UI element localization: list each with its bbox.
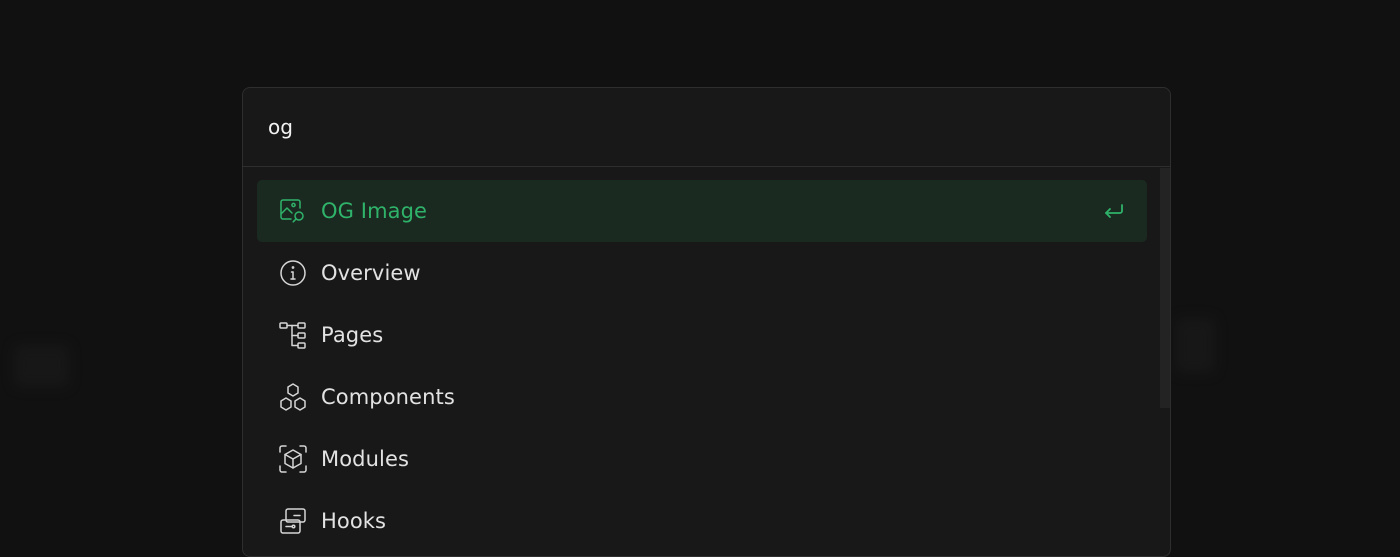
search-input[interactable] <box>268 107 1128 147</box>
image-search-icon <box>277 195 309 227</box>
result-item-pages[interactable]: Pages <box>257 304 1147 366</box>
cube-scan-icon <box>277 443 309 475</box>
enter-key-icon <box>1101 198 1127 224</box>
command-palette: OG Image Overview <box>242 87 1171 557</box>
hooks-icon <box>277 505 309 537</box>
result-label: OG Image <box>321 199 428 223</box>
search-row <box>243 88 1170 167</box>
result-label: Hooks <box>321 509 387 533</box>
result-item-hooks[interactable]: Hooks <box>257 490 1147 552</box>
results-list: OG Image Overview Pages Components Modul… <box>243 167 1170 552</box>
result-item-modules[interactable]: Modules <box>257 428 1147 490</box>
result-label: Pages <box>321 323 384 347</box>
result-item-components[interactable]: Components <box>257 366 1147 428</box>
components-icon <box>277 381 309 413</box>
result-label: Modules <box>321 447 410 471</box>
result-item-og-image[interactable]: OG Image <box>257 180 1147 242</box>
sitemap-icon <box>277 319 309 351</box>
result-item-overview[interactable]: Overview <box>257 242 1147 304</box>
results-scrollbar[interactable] <box>1160 168 1170 408</box>
info-icon <box>277 257 309 289</box>
result-label: Components <box>321 385 455 409</box>
result-label: Overview <box>321 261 421 285</box>
background-ghost-right <box>1175 318 1215 373</box>
background-ghost-left <box>14 345 69 387</box>
